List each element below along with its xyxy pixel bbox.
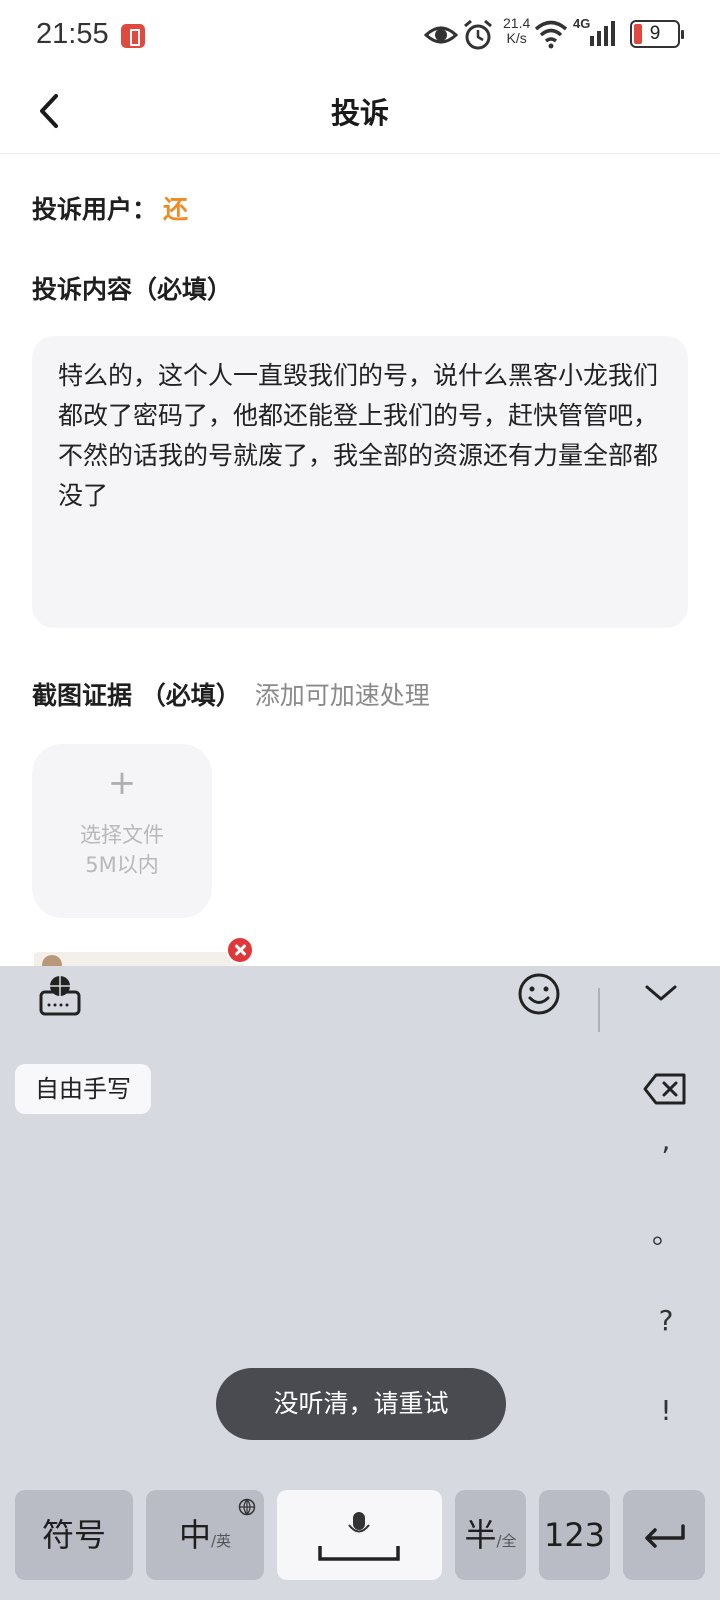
- evidence-label: 截图证据 （必填）: [32, 681, 241, 710]
- evidence-hint: 添加可加速处理: [254, 681, 430, 710]
- zh-key-label: 中: [178, 1516, 211, 1554]
- upload-file-button[interactable]: + 选择文件 5M以内: [32, 744, 212, 918]
- voice-space-key[interactable]: [277, 1490, 442, 1580]
- signal-icon: [590, 21, 615, 46]
- complaint-user-value: 还: [163, 195, 189, 224]
- page-title: 投诉: [330, 96, 389, 130]
- chinese-english-toggle-key[interactable]: 中/英: [146, 1490, 264, 1580]
- remove-screenshot-icon[interactable]: [226, 936, 254, 964]
- complaint-user-label: 投诉用户：: [32, 195, 158, 224]
- symbol-key[interactable]: 符号: [15, 1490, 133, 1580]
- nav-bar: 投诉: [0, 70, 720, 154]
- space-bar-icon: [318, 1546, 400, 1561]
- symbol-key-label: 符号: [41, 1516, 106, 1554]
- evidence-row: 截图证据 （必填） 添加可加速处理: [32, 676, 430, 712]
- complaint-user-row: 投诉用户：还: [32, 190, 188, 226]
- network-speed: 21.4 K/s: [503, 16, 530, 46]
- wifi-icon: [534, 20, 568, 49]
- upload-hint: 选择文件 5M以内: [32, 820, 212, 880]
- battery-icon: 9: [630, 20, 684, 48]
- emoji-icon[interactable]: [517, 972, 561, 1016]
- complaint-content-textarea[interactable]: 特么的，这个人一直毁我们的号，说什么黑客小龙我们都改了密码了，他都还能登上我们的…: [32, 336, 688, 628]
- half-full-width-key[interactable]: 半/全: [455, 1490, 526, 1580]
- plus-icon: +: [107, 763, 137, 803]
- toolbar-divider: [598, 988, 600, 1032]
- backspace-icon[interactable]: [642, 1072, 688, 1106]
- enter-key[interactable]: [623, 1490, 705, 1580]
- free-handwriting-button[interactable]: 自由手写: [15, 1064, 151, 1114]
- punct-question-key[interactable]: ?: [646, 1304, 686, 1337]
- keyboard-globe-icon[interactable]: [38, 970, 82, 1018]
- thumbnail-avatar: [42, 955, 62, 966]
- zh-key-sub: /英: [210, 1532, 232, 1550]
- numeric-key-label: 123: [543, 1516, 606, 1554]
- complaint-content-label: 投诉内容（必填）: [32, 275, 233, 304]
- screenshot-thumbnail[interactable]: [34, 952, 244, 966]
- globe-icon: [238, 1498, 256, 1516]
- numeric-key[interactable]: 123: [539, 1490, 610, 1580]
- alarm-icon: [464, 19, 492, 50]
- status-bar: 21:55 21.4 K/s 4G 9: [0, 0, 720, 70]
- eye-icon: [424, 26, 458, 44]
- upload-hint-line2: 5M以内: [85, 853, 159, 877]
- network-speed-value: 21.4: [503, 15, 531, 31]
- battery-level: 9: [649, 23, 661, 44]
- voice-retry-toast: 没听清，请重试: [216, 1368, 506, 1440]
- half-key-label: 半: [464, 1516, 497, 1554]
- punct-period-key[interactable]: 。: [646, 1212, 686, 1252]
- punct-comma-key[interactable]: ,: [646, 1124, 686, 1157]
- upload-hint-line1: 选择文件: [80, 823, 164, 847]
- microphone-icon: [348, 1512, 370, 1533]
- half-key-sub: /全: [496, 1532, 517, 1550]
- collapse-keyboard-icon[interactable]: [642, 980, 680, 1006]
- enter-icon: [645, 1524, 685, 1548]
- punct-exclamation-key[interactable]: !: [646, 1394, 686, 1427]
- status-time: 21:55: [36, 18, 109, 50]
- network-speed-unit: K/s: [506, 30, 527, 46]
- battery-saver-icon: [121, 24, 145, 48]
- ime-keyboard: 自由手写 , 。 ? ! 没听清，请重试 符号 中/英 半/全 123: [0, 966, 720, 1600]
